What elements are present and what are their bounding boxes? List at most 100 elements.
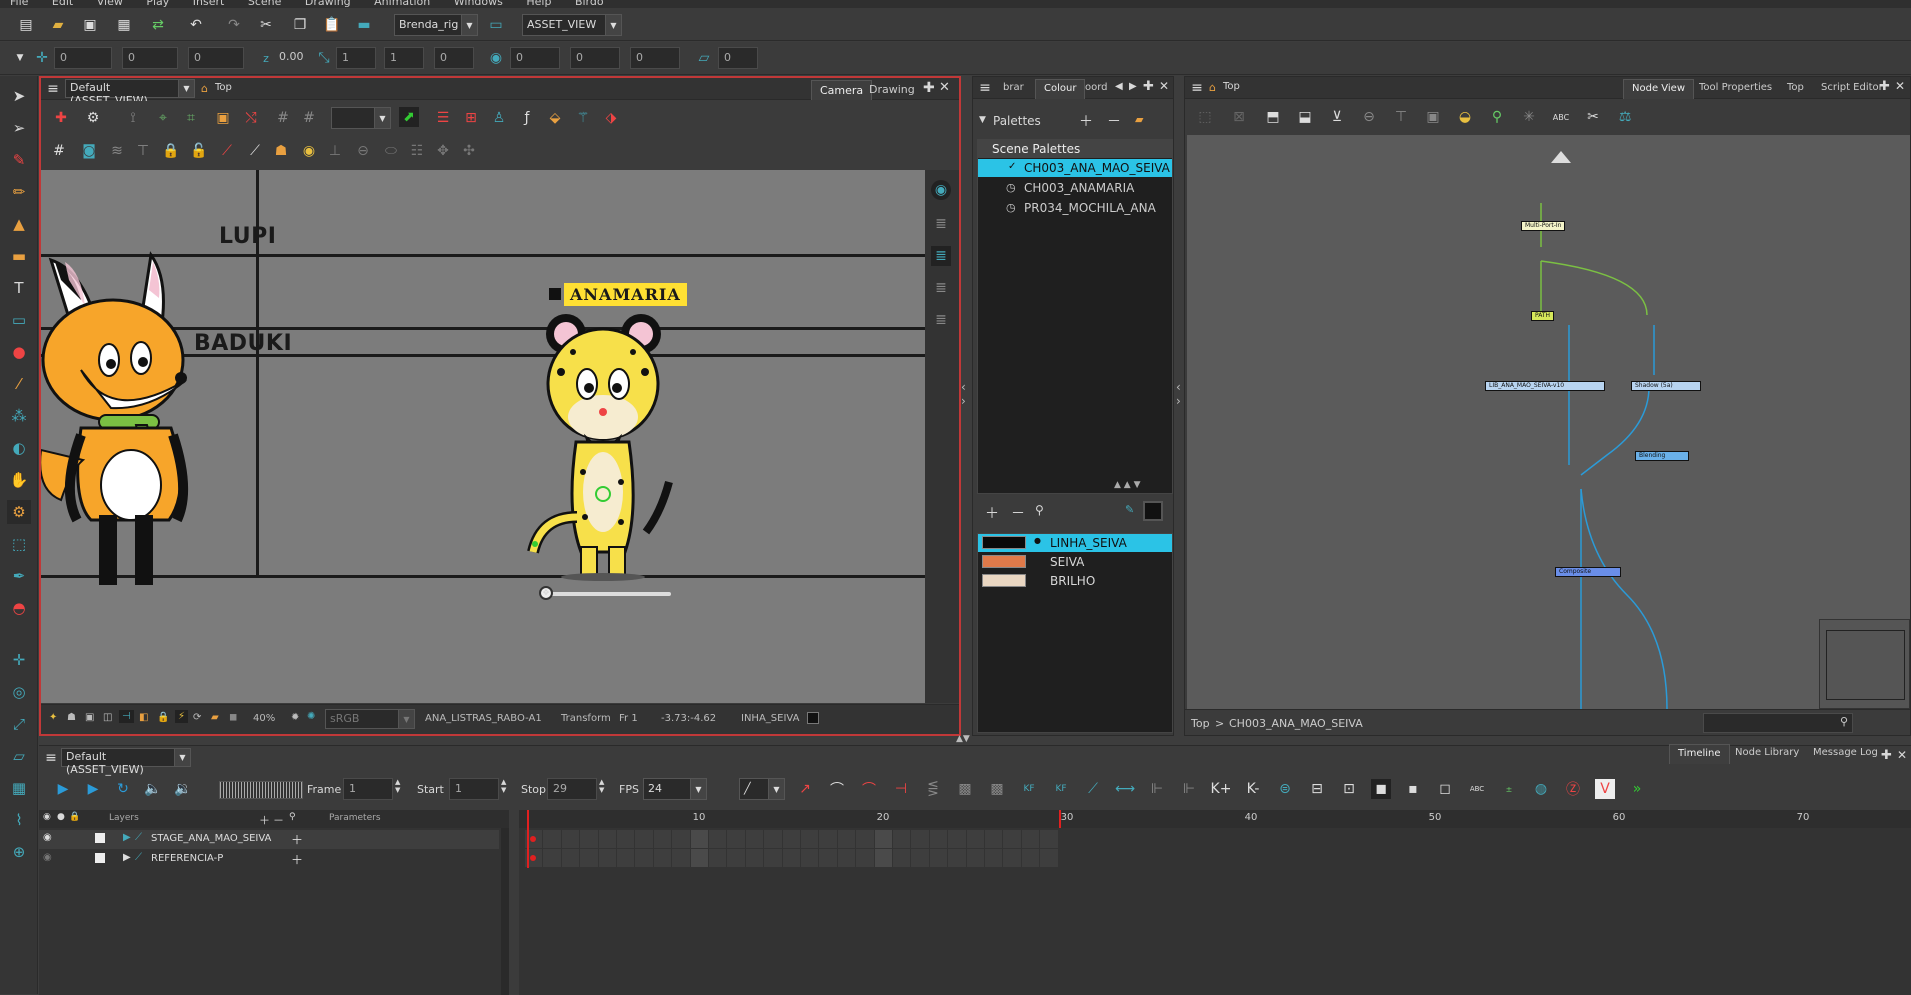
menu-birdo[interactable]: Birdo	[575, 0, 604, 8]
light-table-icon[interactable]: ☗	[67, 712, 76, 723]
node-tool-2-icon[interactable]: ⊠	[1229, 107, 1249, 127]
paste-icon[interactable]: 📋	[322, 15, 342, 35]
sound-scrub-icon[interactable]: 🔉	[173, 779, 193, 799]
tab-coord[interactable]: oord	[1077, 79, 1116, 99]
tab-timeline[interactable]: Timeline	[1669, 744, 1730, 764]
start-stepper-icon[interactable]: ▲ ▼	[501, 778, 506, 794]
frame-cell[interactable]	[617, 830, 635, 848]
bone-icon[interactable]: ⟟	[123, 108, 143, 128]
layer-row[interactable]: ◉ ▶ ⟋ STAGE_ANA_MAO_SEIVA ＋	[39, 830, 499, 849]
animate-mode-icon[interactable]: ⬈	[399, 107, 419, 127]
stop-marker[interactable]	[1058, 810, 1061, 828]
grid-red-icon[interactable]: ⊞	[461, 108, 481, 128]
rig-select[interactable]: Brenda_rig ▼	[394, 14, 478, 36]
node-search-input[interactable]: ⚲	[1703, 713, 1853, 733]
grid-icon[interactable]: #	[49, 141, 69, 161]
bounding-box-icon[interactable]: ▣	[213, 108, 233, 128]
rigging-tool-icon[interactable]: ⚙	[7, 500, 31, 524]
flip-icon[interactable]: ⤭	[241, 108, 261, 128]
layer-color-chip[interactable]	[95, 833, 105, 843]
layer-select[interactable]: ▼	[331, 107, 391, 129]
layer-visibility-icon[interactable]: ◉	[43, 852, 52, 863]
extend-icon[interactable]: ⊡	[1339, 779, 1359, 799]
home-icon[interactable]: ⌂	[1209, 81, 1216, 94]
hierarchy-icon[interactable]: ⌗	[181, 108, 201, 128]
frame-cell[interactable]	[1003, 830, 1021, 848]
pivot-x-field[interactable]: 0	[510, 47, 560, 69]
menu-insert[interactable]: Insert	[193, 0, 225, 8]
hand-tool-icon[interactable]: ✋	[7, 468, 31, 492]
grid-tool-icon[interactable]: ⁂	[7, 404, 31, 428]
node-tool-5-icon[interactable]: ⊻	[1327, 107, 1347, 127]
morph-tool-icon[interactable]: ◓	[7, 596, 31, 620]
keyframe-marker[interactable]	[530, 855, 536, 861]
layer-row[interactable]: ◉ ▶ ⟋ REFERENCIA-P ＋	[39, 850, 499, 869]
x-position-field[interactable]: 0	[54, 47, 112, 69]
dropper-tool-icon[interactable]: ⁄	[7, 372, 31, 396]
transform-gizmo-icon[interactable]: ✥	[433, 141, 453, 161]
pivot-status-icon[interactable]: ⊣	[119, 710, 134, 723]
panel-resize-arrows[interactable]: ▲▼	[956, 734, 986, 744]
frame-cell[interactable]	[635, 830, 653, 848]
tween-icon[interactable]: ⟋	[1083, 779, 1103, 799]
add-palette-icon[interactable]: ＋	[1079, 111, 1093, 131]
onion-status-icon[interactable]: ◧	[139, 712, 148, 723]
safe-area-icon[interactable]: ◫	[103, 712, 112, 723]
pencil-tool-icon[interactable]: ✏	[7, 180, 31, 204]
panel-menu-icon[interactable]: ≡	[1187, 78, 1207, 98]
palette-item[interactable]: ◷ PR034_MOCHILA_ANA	[978, 199, 1172, 217]
abc-icon[interactable]: ABC	[1467, 779, 1487, 799]
brush-tool-icon[interactable]: ✎	[7, 148, 31, 172]
tab-scroll-right-icon[interactable]: ▶	[1129, 81, 1137, 92]
stepped-icon[interactable]: ⊣	[891, 779, 911, 799]
frame-cell[interactable]	[709, 830, 727, 848]
menu-scene[interactable]: Scene	[248, 0, 282, 8]
add-keyframe-kf-icon[interactable]: KF	[1019, 779, 1039, 799]
frame-cell[interactable]	[837, 830, 856, 848]
palette-item[interactable]: ✓ CH003_ANA_MAO_SEIVA	[978, 159, 1172, 177]
light-icon[interactable]: ☗	[271, 141, 291, 161]
remove-keyframe-kf-icon[interactable]: KF	[1051, 779, 1071, 799]
frame-cell[interactable]	[911, 830, 929, 848]
node-tool-11-icon[interactable]: ✳	[1519, 107, 1539, 127]
frame-cell[interactable]	[672, 830, 690, 848]
skew-tool-icon[interactable]: ▱	[7, 744, 31, 768]
frame-cell[interactable]	[929, 830, 948, 848]
add-tab-icon[interactable]: ✚	[1879, 79, 1890, 94]
timeline-frames[interactable]: 10 20 30 40 50 60 70	[519, 810, 1911, 995]
v-icon[interactable]: V	[1595, 779, 1615, 799]
frame-cell[interactable]	[874, 849, 892, 867]
panel-menu-icon[interactable]: ≡	[975, 78, 995, 98]
menu-play[interactable]: Play	[146, 0, 169, 8]
frame-cell[interactable]	[543, 849, 561, 867]
tab-library[interactable]: brar	[995, 79, 1032, 99]
navigator-viewport[interactable]	[1826, 630, 1905, 700]
key-remove-icon[interactable]: K-	[1243, 779, 1263, 799]
scale-y-field[interactable]: 1	[384, 47, 424, 69]
zoom-level[interactable]: 40%	[253, 713, 275, 724]
rotate-view-icon[interactable]: ◐	[7, 436, 31, 460]
layer-visibility-icon[interactable]: ◉	[43, 832, 52, 843]
frame-cell[interactable]	[745, 849, 764, 867]
swatch-row[interactable]: SEIVA	[978, 553, 1172, 571]
settings-gear-icon[interactable]: ⚙	[83, 108, 103, 128]
render-icon[interactable]: ▬	[354, 15, 374, 35]
frame-cell[interactable]	[1021, 830, 1040, 848]
add-keyframe-icon[interactable]: ✚	[51, 108, 71, 128]
frame-cell[interactable]	[782, 849, 800, 867]
text-tool-icon[interactable]: T	[7, 276, 31, 300]
frame-cell[interactable]	[893, 849, 911, 867]
redo-icon[interactable]: ↷	[224, 15, 244, 35]
bulb-icon[interactable]: ◉	[299, 141, 319, 161]
breadcrumb-current[interactable]: CH003_ANA_MAO_SEIVA	[1229, 717, 1363, 730]
stop-field[interactable]: 29	[547, 778, 597, 800]
add-sublayer-icon[interactable]: ＋	[291, 831, 303, 848]
menu-edit[interactable]: Edit	[52, 0, 73, 8]
import-icon[interactable]: ⇄	[148, 15, 168, 35]
camera-mask-icon[interactable]: ▣	[85, 712, 94, 723]
frame-cell[interactable]	[653, 830, 672, 848]
frames-icon[interactable]: ⊟	[1307, 779, 1327, 799]
layers-alt-icon[interactable]: ≣	[931, 278, 951, 298]
pivot-y-field[interactable]: 0	[570, 47, 620, 69]
ik-tool-icon[interactable]: ⌇	[7, 808, 31, 832]
